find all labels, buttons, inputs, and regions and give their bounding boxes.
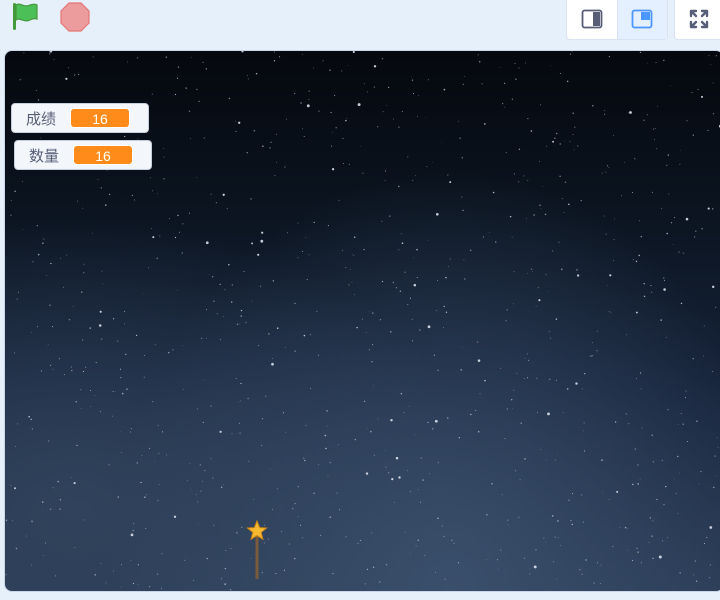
monitor-label: 数量: [29, 146, 60, 165]
green-flag-icon: [13, 3, 38, 30]
monitor-value: 16: [70, 108, 130, 128]
stop-button[interactable]: [56, 0, 94, 34]
star-icon: [246, 519, 268, 579]
variable-monitor-score[interactable]: 成绩 16: [11, 103, 149, 133]
green-flag-button[interactable]: [6, 0, 42, 34]
small-stage-button[interactable]: [567, 0, 617, 39]
small-stage-layout-icon: [581, 9, 603, 29]
stop-sign-icon: [60, 2, 90, 32]
monitor-value: 16: [73, 145, 133, 165]
normal-stage-button[interactable]: [616, 0, 667, 39]
normal-stage-layout-icon: [631, 9, 653, 29]
monitor-label: 成绩: [26, 109, 57, 128]
fullscreen-icon: [689, 9, 708, 29]
stage-canvas[interactable]: 成绩 16 数量 16: [4, 50, 720, 592]
fullscreen-button[interactable]: [674, 0, 720, 40]
stage-layout-toggle: [566, 0, 668, 40]
star-wand-sprite[interactable]: [245, 519, 269, 581]
scratch-player: 成绩 16 数量 16: [0, 0, 720, 600]
variable-monitor-count[interactable]: 数量 16: [14, 140, 152, 170]
stage-controls-bar: [0, 0, 720, 44]
